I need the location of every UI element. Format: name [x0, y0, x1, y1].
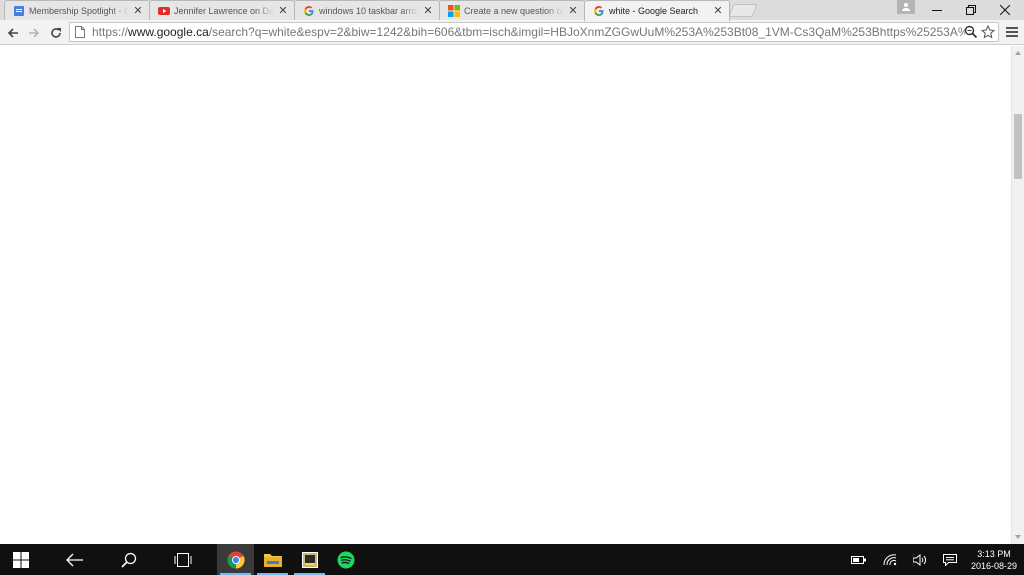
restore-icon [966, 5, 976, 15]
close-icon[interactable]: ✕ [278, 5, 288, 16]
url-path: /search?q=white&espv=2&biw=1242&bih=606&… [208, 25, 965, 39]
volume-icon[interactable] [912, 552, 928, 568]
profile-button[interactable] [897, 0, 915, 14]
tab-strip: Membership Spotlight - G ✕ Jennifer Lawr… [0, 0, 1024, 21]
forward-button[interactable] [24, 23, 44, 43]
menu-bar-line [1006, 27, 1018, 29]
close-icon[interactable]: ✕ [133, 5, 143, 16]
cortana-search-button[interactable] [110, 544, 147, 575]
address-bar[interactable]: https://www.google.ca/search?q=white&esp… [69, 22, 999, 42]
youtube-icon [158, 5, 170, 17]
task-view-icon [174, 552, 191, 567]
clock-time: 3:13 PM [977, 549, 1011, 559]
close-icon[interactable]: ✕ [568, 5, 578, 16]
tab-membership-spotlight[interactable]: Membership Spotlight - G ✕ [4, 0, 150, 20]
zoom-icon[interactable] [964, 25, 978, 39]
page-icon [73, 24, 87, 40]
restore-button[interactable] [954, 0, 988, 20]
tab-title: Create a new question or [464, 5, 564, 16]
microsoft-icon [448, 4, 460, 17]
close-icon[interactable]: ✕ [423, 5, 433, 16]
tab-jennifer-lawrence[interactable]: Jennifer Lawrence on Dav ✕ [149, 0, 295, 20]
close-icon[interactable]: ✕ [713, 6, 723, 17]
user-icon [902, 3, 910, 11]
google-g-icon [593, 5, 605, 17]
windows-logo-icon [13, 551, 29, 568]
start-button[interactable] [2, 544, 40, 575]
file-explorer-app[interactable] [254, 544, 291, 575]
minimize-icon [932, 10, 942, 11]
scrollbar-thumb[interactable] [1014, 114, 1022, 179]
page-content [0, 46, 1011, 544]
folder-icon [263, 554, 282, 567]
reload-icon [51, 28, 61, 38]
search-icon [120, 552, 136, 568]
tab-white-google-search[interactable]: white - Google Search ✕ [584, 0, 730, 21]
window-close-button[interactable] [988, 0, 1022, 20]
tab-title: Membership Spotlight - G [29, 5, 129, 16]
url-host: www.google.ca [128, 25, 209, 39]
taskbar: 3:13 PM 2016-08-29 [0, 544, 1024, 575]
tab-windows-10-taskbar[interactable]: windows 10 taskbar arrow ✕ [294, 0, 440, 20]
url-scheme: https:// [92, 25, 129, 39]
back-arrow-icon [65, 553, 83, 566]
system-clock[interactable]: 3:13 PM 2016-08-29 [966, 548, 1022, 572]
tab-title: windows 10 taskbar arrow [319, 5, 419, 16]
forward-arrow-icon [29, 28, 40, 38]
google-g-icon [303, 5, 315, 17]
bookmark-star-icon[interactable] [980, 24, 996, 39]
vertical-scrollbar[interactable] [1011, 46, 1024, 544]
scroll-up-arrow-icon[interactable] [1012, 47, 1024, 59]
tab-create-new-question[interactable]: Create a new question or ✕ [439, 0, 585, 20]
spotify-icon [337, 551, 354, 568]
browser-toolbar: https://www.google.ca/search?q=white&esp… [0, 20, 1024, 45]
chrome-menu-button[interactable] [1005, 25, 1019, 39]
reload-button[interactable] [46, 23, 66, 43]
wifi-icon[interactable] [882, 552, 898, 568]
battery-icon[interactable] [851, 552, 867, 568]
minimize-button[interactable] [920, 0, 954, 20]
menu-bar-line [1006, 35, 1018, 37]
google-docs-icon [13, 5, 25, 17]
notepad-icon [301, 551, 318, 568]
back-button[interactable] [3, 23, 23, 43]
task-view-button[interactable] [164, 544, 201, 575]
spotify-app[interactable] [327, 544, 364, 575]
chrome-app[interactable] [217, 544, 254, 575]
tab-title: white - Google Search [609, 6, 699, 16]
taskbar-back-button[interactable] [56, 544, 93, 575]
sticky-app[interactable] [291, 544, 328, 575]
clock-date: 2016-08-29 [970, 561, 1018, 571]
back-arrow-icon [7, 28, 18, 38]
url-text[interactable]: https://www.google.ca/search?q=white&esp… [92, 25, 965, 39]
chrome-icon [226, 551, 245, 569]
action-center-icon[interactable] [942, 552, 958, 568]
tab-title: Jennifer Lawrence on Dav [174, 5, 274, 16]
scroll-down-arrow-icon[interactable] [1012, 531, 1024, 543]
close-icon [1000, 5, 1010, 15]
new-tab-button[interactable] [728, 4, 758, 17]
menu-bar-line [1006, 31, 1018, 33]
